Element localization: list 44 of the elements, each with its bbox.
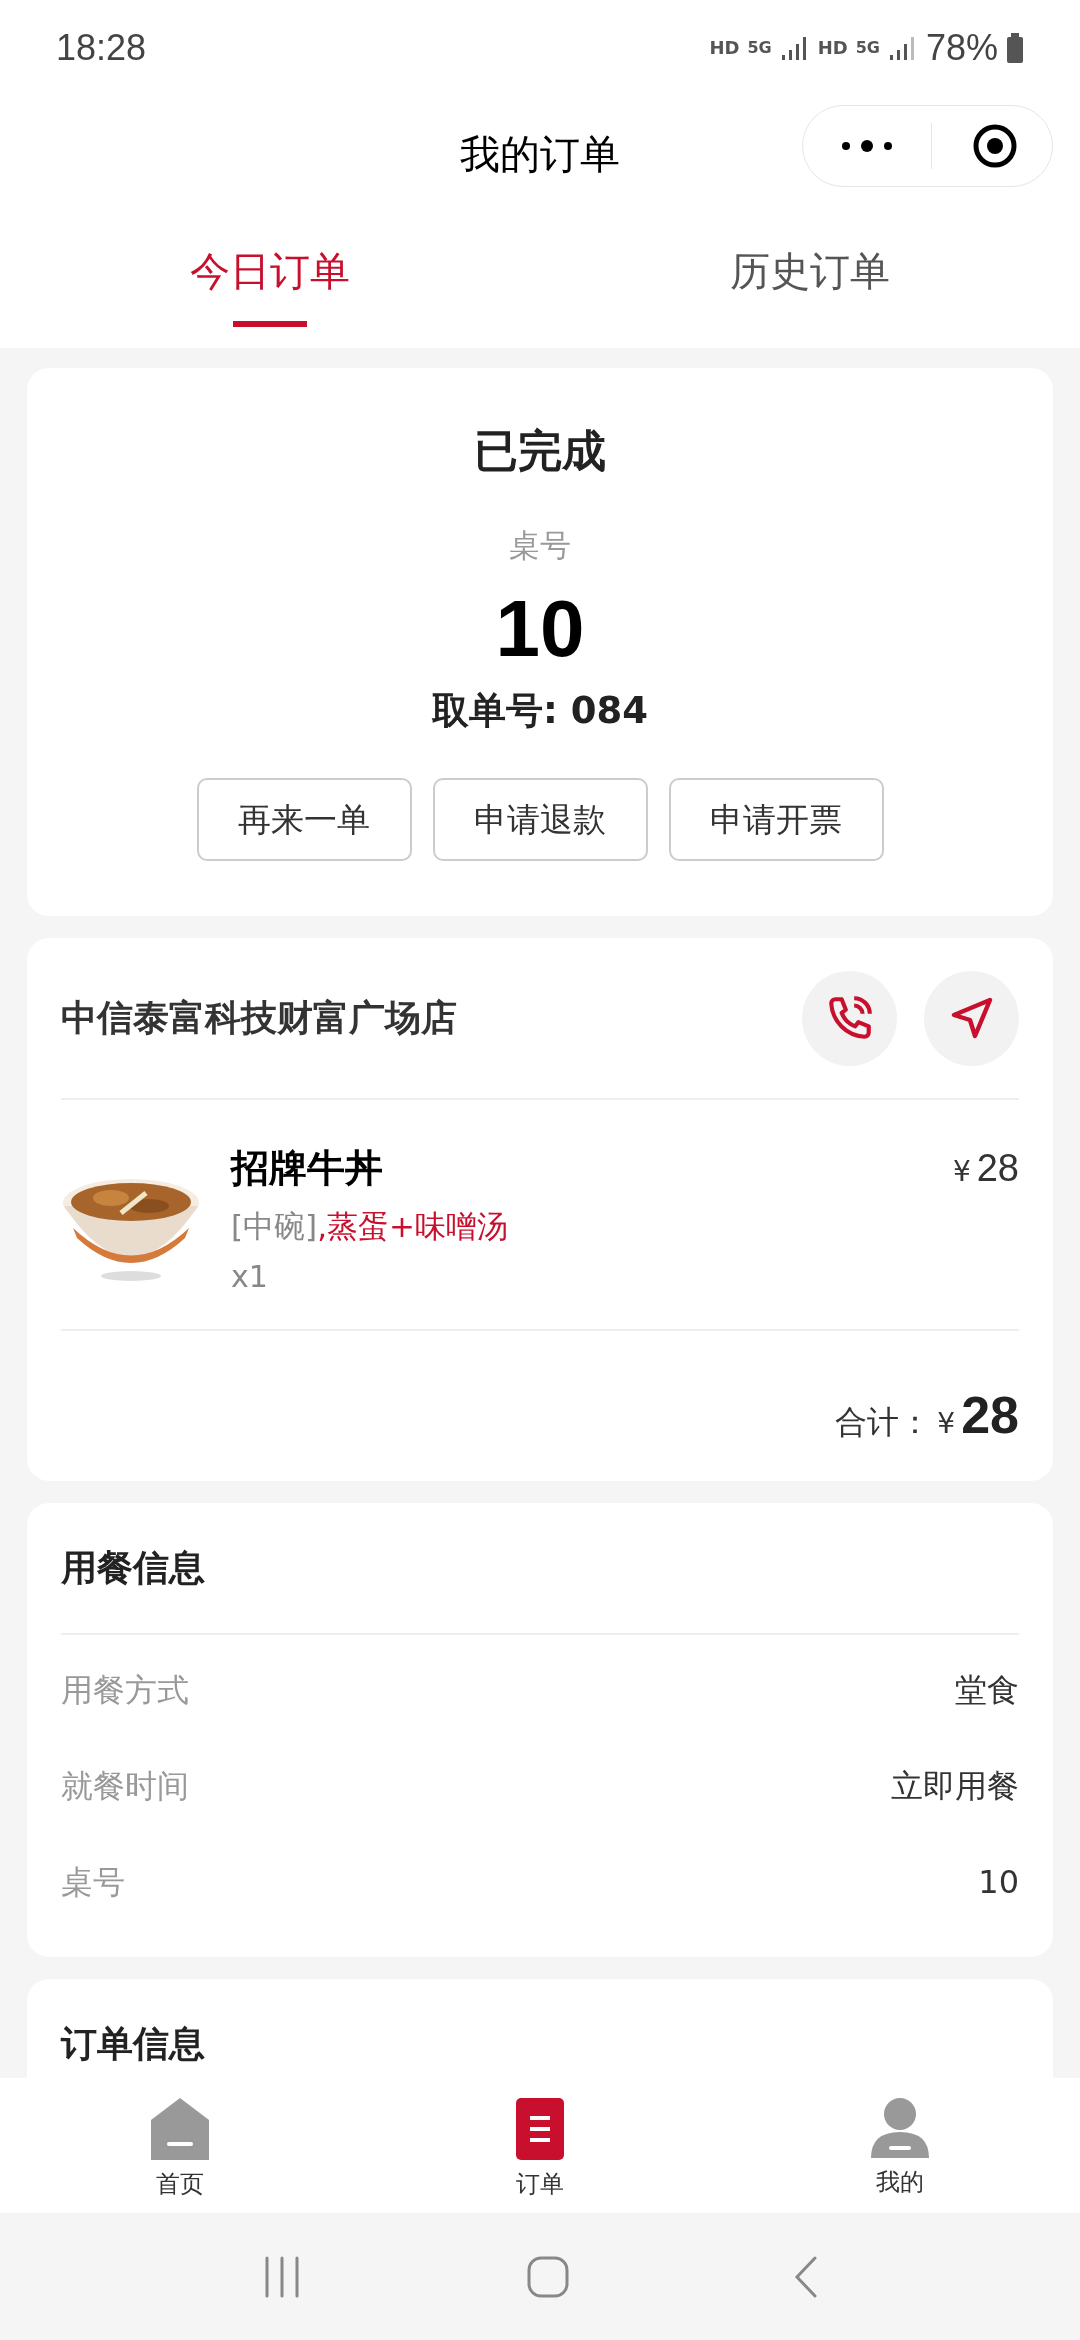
- network-label: 5G: [855, 36, 880, 59]
- home-button-icon[interactable]: [527, 2255, 569, 2298]
- nav-tab[interactable]: 订单: [360, 2078, 720, 2213]
- action-button[interactable]: 申请开票: [668, 778, 884, 861]
- currency-symbol: ¥: [937, 1405, 956, 1442]
- clipboard-icon: [516, 2098, 564, 2160]
- close-icon[interactable]: [972, 123, 1018, 169]
- info-label: 就餐时间: [61, 1765, 189, 1807]
- network-label: HD: [709, 36, 740, 60]
- tab[interactable]: 历史订单: [540, 213, 1080, 348]
- info-label: 桌号: [61, 1861, 125, 1903]
- item-price: 28: [976, 1146, 1019, 1191]
- info-value: 堂食: [955, 1669, 1019, 1711]
- store-name: 中信泰富科技财富广场店: [61, 996, 458, 1040]
- more-icon[interactable]: [841, 138, 893, 154]
- table-number: 10: [495, 582, 585, 675]
- total-price: 28: [961, 1384, 1019, 1446]
- battery-percent: 78%: [925, 25, 998, 70]
- page-title: 我的订单: [460, 130, 620, 179]
- action-button[interactable]: 再来一单: [196, 778, 412, 861]
- table-label: 桌号: [509, 526, 571, 565]
- house-icon: [151, 2098, 209, 2160]
- nav-tab[interactable]: 我的: [720, 2078, 1080, 2213]
- total-label: 合计：: [835, 1401, 932, 1443]
- item-name: 招牌牛丼: [231, 1145, 384, 1192]
- info-value: 10: [978, 1861, 1019, 1903]
- item-quantity: x1: [231, 1257, 269, 1296]
- currency-symbol: ¥: [952, 1154, 971, 1190]
- battery-icon: [1006, 32, 1024, 63]
- info-value: 立即用餐: [891, 1765, 1019, 1807]
- item-options: [中碗],蒸蛋+味噌汤: [231, 1203, 953, 1250]
- network-label: HD: [817, 36, 848, 60]
- status-time: 18:28: [56, 25, 147, 70]
- back-icon[interactable]: [793, 2255, 818, 2298]
- action-button[interactable]: 申请退款: [432, 778, 648, 861]
- pickup-number: 取单号: 084: [432, 687, 648, 734]
- tab[interactable]: 今日订单: [0, 213, 540, 348]
- section-title: 用餐信息: [61, 1545, 205, 1590]
- network-label: 5G: [747, 36, 772, 59]
- section-title: 订单信息: [61, 2022, 205, 2064]
- info-label: 用餐方式: [61, 1669, 189, 1711]
- order-status: 已完成: [474, 424, 606, 478]
- nav-tab[interactable]: 首页: [0, 2078, 360, 2213]
- person-icon: [871, 2098, 929, 2158]
